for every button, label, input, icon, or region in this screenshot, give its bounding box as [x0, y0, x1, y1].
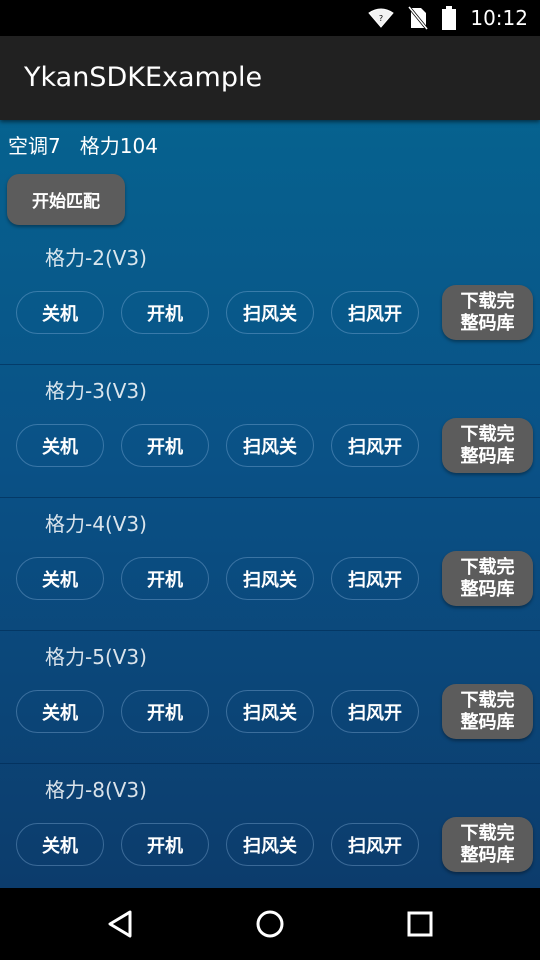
power-on-button[interactable]: 开机	[121, 823, 209, 866]
power-on-button[interactable]: 开机	[121, 291, 209, 334]
power-off-button[interactable]: 关机	[16, 291, 104, 334]
download-label: 下载完 整码库	[460, 822, 515, 866]
power-off-button[interactable]: 关机	[16, 557, 104, 600]
battery-icon	[442, 6, 457, 30]
download-label: 下载完 整码库	[460, 290, 515, 334]
remote-item: 格力-3(V3) 关机 开机 扫风关 扫风开 下载完 整码库	[0, 365, 540, 498]
power-off-button[interactable]: 关机	[16, 424, 104, 467]
navigation-bar	[0, 888, 540, 960]
download-full-library-button[interactable]: 下载完 整码库	[442, 418, 533, 473]
remote-name: 格力-5(V3)	[45, 645, 147, 669]
swing-off-button[interactable]: 扫风关	[226, 424, 314, 467]
recents-icon	[407, 911, 433, 937]
remote-name: 格力-8(V3)	[45, 778, 147, 802]
status-bar: ? 10:12	[0, 0, 540, 36]
start-match-button[interactable]: 开始匹配	[7, 174, 125, 225]
power-off-button[interactable]: 关机	[16, 690, 104, 733]
power-on-button[interactable]: 开机	[121, 690, 209, 733]
download-label: 下载完 整码库	[460, 689, 515, 733]
app-bar: YkanSDKExample	[0, 36, 540, 120]
swing-off-button[interactable]: 扫风关	[226, 291, 314, 334]
download-full-library-button[interactable]: 下载完 整码库	[442, 551, 533, 606]
remote-item: 格力-8(V3) 关机 开机 扫风关 扫风开 下载完 整码库	[0, 764, 540, 888]
power-off-button[interactable]: 关机	[16, 823, 104, 866]
download-label: 下载完 整码库	[460, 556, 515, 600]
download-full-library-button[interactable]: 下载完 整码库	[442, 817, 533, 872]
recents-button[interactable]	[380, 888, 460, 960]
remote-name: 格力-3(V3)	[45, 379, 147, 403]
remote-list[interactable]: 格力-2(V3) 关机 开机 扫风关 扫风开 下载完 整码库 格力-3(V3) 关…	[0, 232, 540, 888]
status-icons: ? 10:12	[368, 0, 528, 36]
remote-item: 格力-5(V3) 关机 开机 扫风关 扫风开 下载完 整码库	[0, 631, 540, 764]
remote-name: 格力-4(V3)	[45, 512, 147, 536]
swing-on-button[interactable]: 扫风开	[331, 424, 419, 467]
back-button[interactable]	[80, 888, 160, 960]
home-button[interactable]	[230, 888, 310, 960]
swing-off-button[interactable]: 扫风关	[226, 823, 314, 866]
back-icon	[108, 910, 132, 938]
remote-name: 格力-2(V3)	[45, 246, 147, 270]
download-label: 下载完 整码库	[460, 423, 515, 467]
download-full-library-button[interactable]: 下载完 整码库	[442, 684, 533, 739]
svg-text:?: ?	[379, 14, 383, 23]
no-sim-icon	[408, 6, 429, 30]
power-on-button[interactable]: 开机	[121, 424, 209, 467]
home-icon	[256, 910, 284, 938]
swing-on-button[interactable]: 扫风开	[331, 690, 419, 733]
remote-item: 格力-4(V3) 关机 开机 扫风关 扫风开 下载完 整码库	[0, 498, 540, 631]
swing-on-button[interactable]: 扫风开	[331, 823, 419, 866]
app-title: YkanSDKExample	[24, 62, 263, 93]
status-time: 10:12	[470, 6, 528, 30]
download-full-library-button[interactable]: 下载完 整码库	[442, 285, 533, 340]
swing-off-button[interactable]: 扫风关	[226, 690, 314, 733]
power-on-button[interactable]: 开机	[121, 557, 209, 600]
swing-on-button[interactable]: 扫风开	[331, 291, 419, 334]
swing-off-button[interactable]: 扫风关	[226, 557, 314, 600]
swing-on-button[interactable]: 扫风开	[331, 557, 419, 600]
device-info-text: 空调7 格力104	[8, 134, 158, 158]
remote-item: 格力-2(V3) 关机 开机 扫风关 扫风开 下载完 整码库	[0, 232, 540, 365]
wifi-icon: ?	[368, 8, 395, 28]
content-area[interactable]: 空调7 格力104 开始匹配 格力-2(V3) 关机 开机 扫风关 扫风开 下载…	[0, 120, 540, 888]
